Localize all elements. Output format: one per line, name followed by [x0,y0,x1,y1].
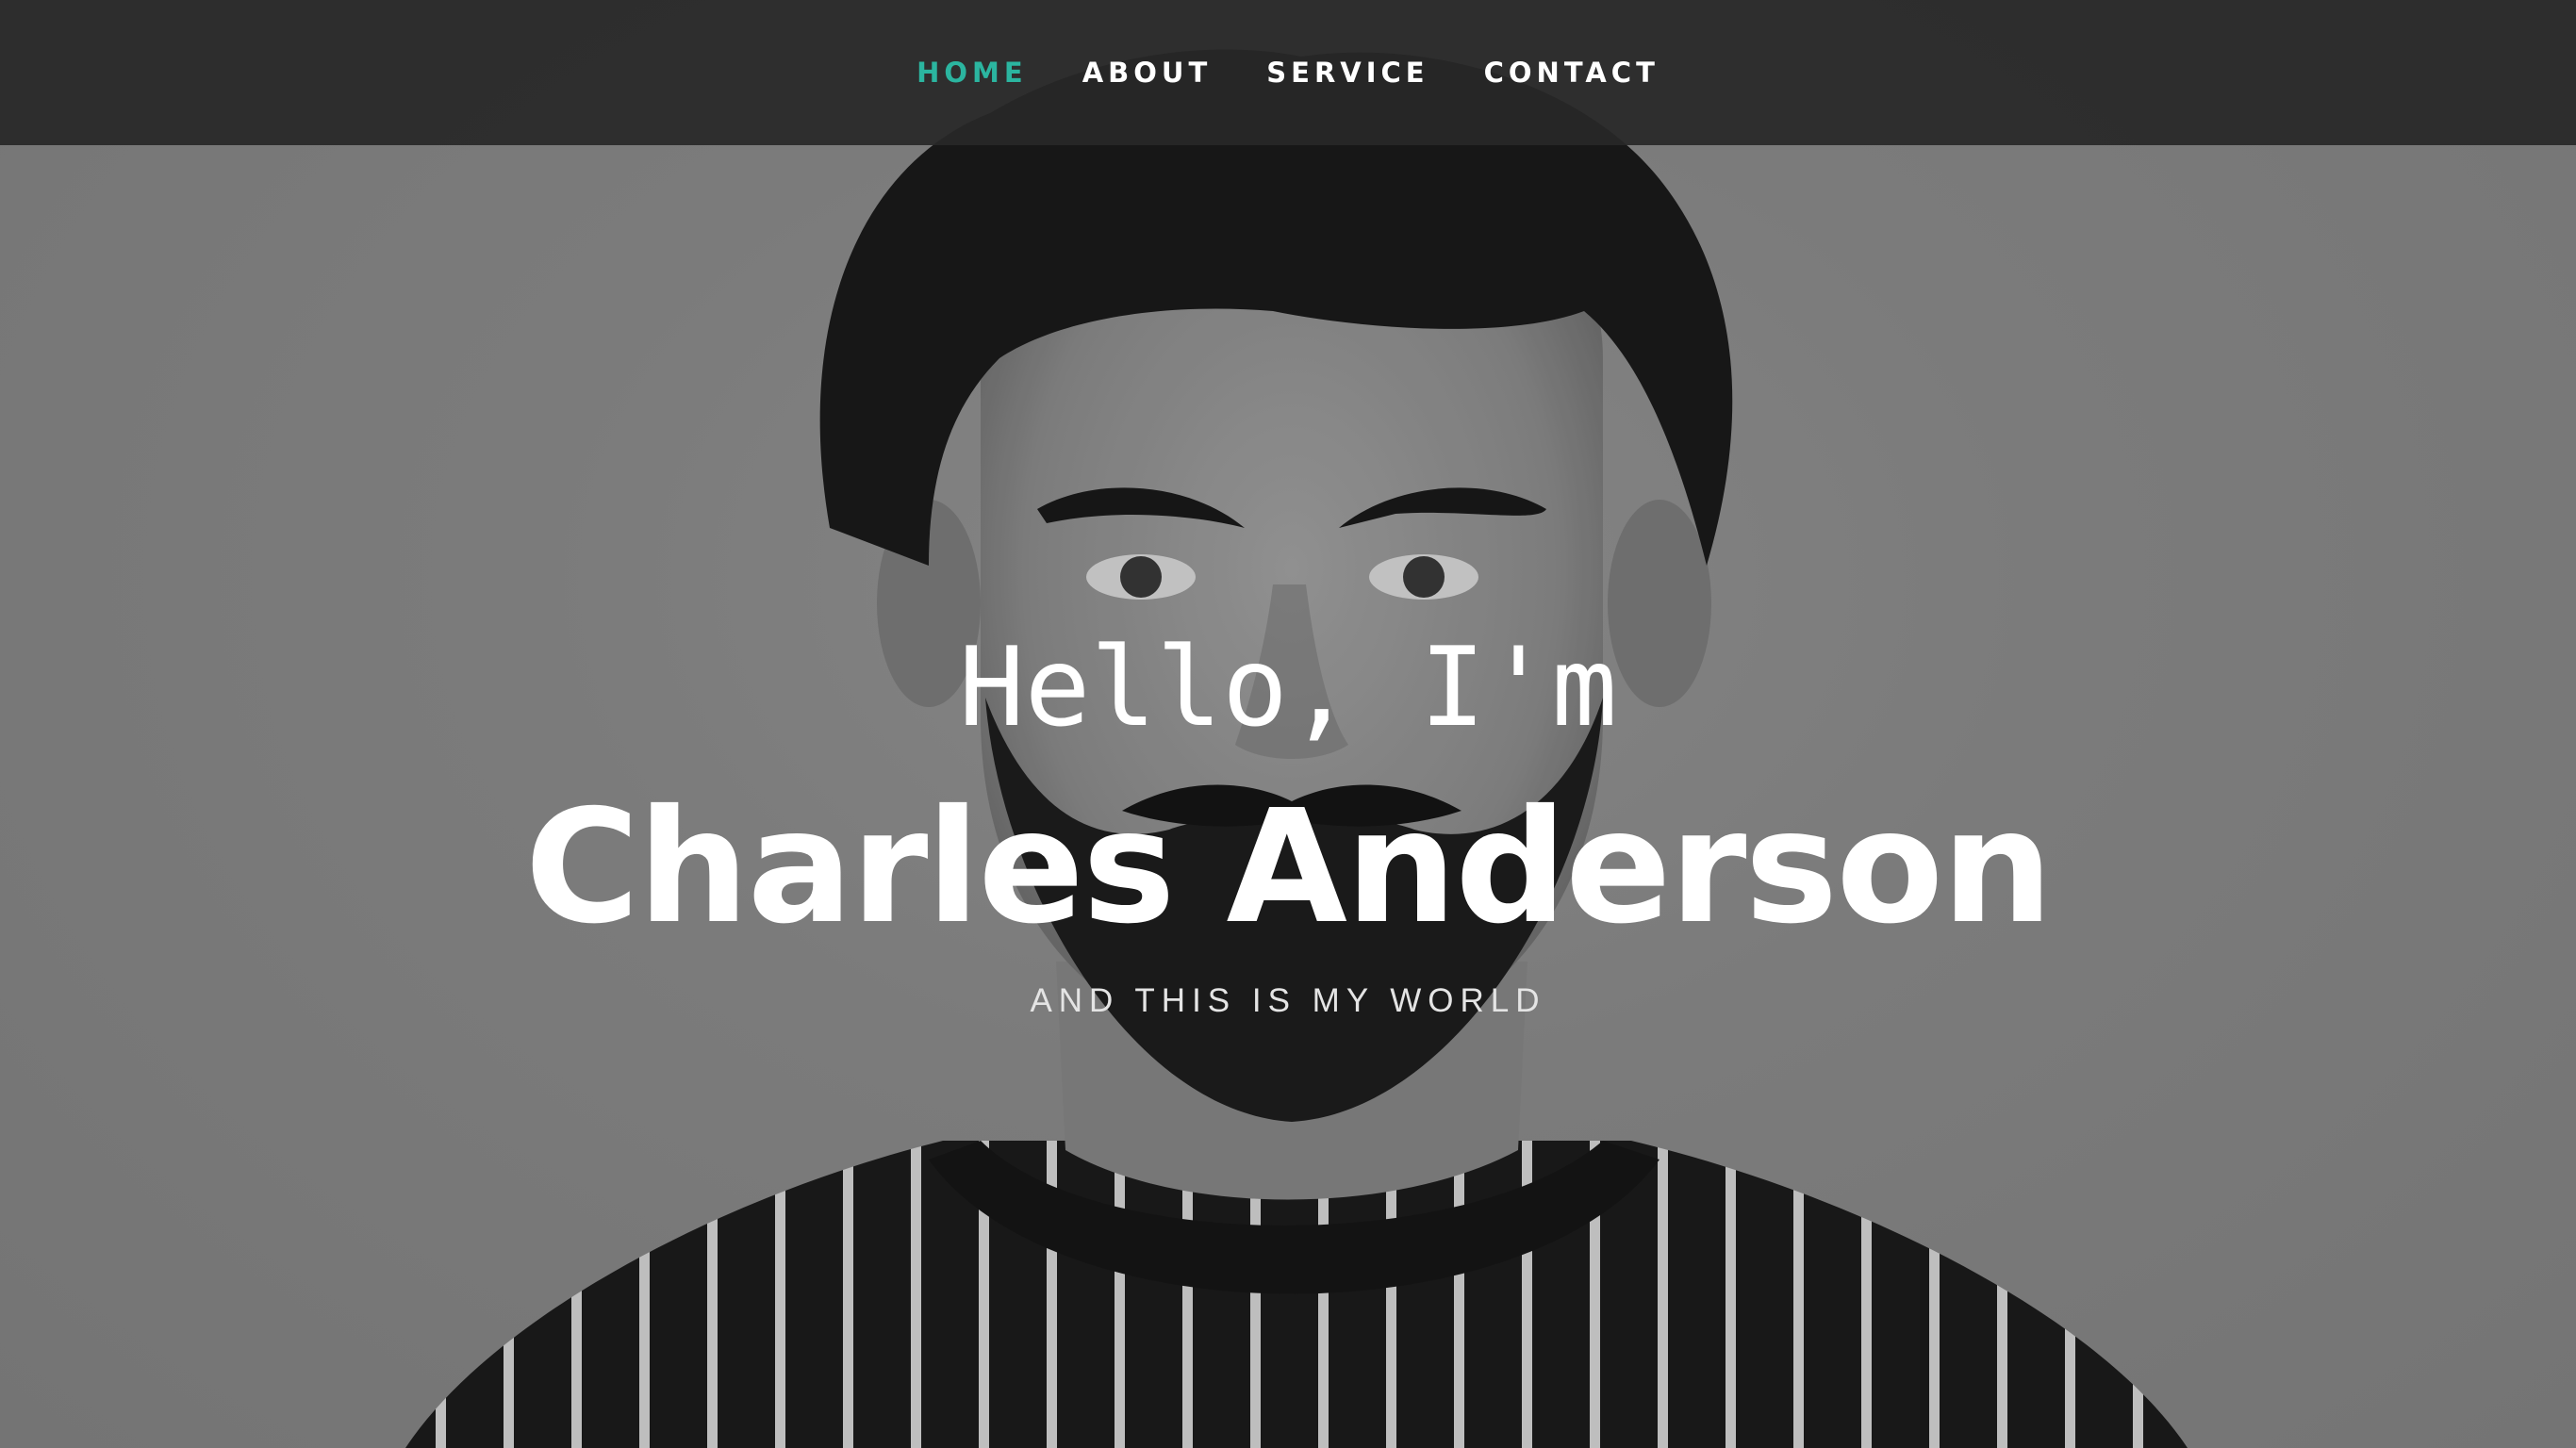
nav-item-home: HOME [916,57,1028,89]
top-navbar: HOME ABOUT SERVICE CONTACT [0,0,2576,145]
page: HOME ABOUT SERVICE CONTACT Hello, I'm Ch… [0,0,2576,1448]
nav-item-about: ABOUT [1082,57,1213,89]
nav-link-contact[interactable]: CONTACT [1484,57,1660,89]
nav-link-about[interactable]: ABOUT [1082,57,1213,89]
hero-name: Charles Anderson [524,777,2054,959]
hero-section: Hello, I'm Charles Anderson AND THIS IS … [0,0,2576,1448]
nav-link-service[interactable]: SERVICE [1266,57,1428,89]
nav-link-home[interactable]: HOME [916,57,1028,89]
nav-item-contact: CONTACT [1484,57,1660,89]
hero-greeting: Hello, I'm [958,624,1618,751]
nav-menu: HOME ABOUT SERVICE CONTACT [916,57,1660,89]
hero-tagline: AND THIS IS MY WORLD [1030,982,1546,1019]
nav-item-service: SERVICE [1266,57,1428,89]
